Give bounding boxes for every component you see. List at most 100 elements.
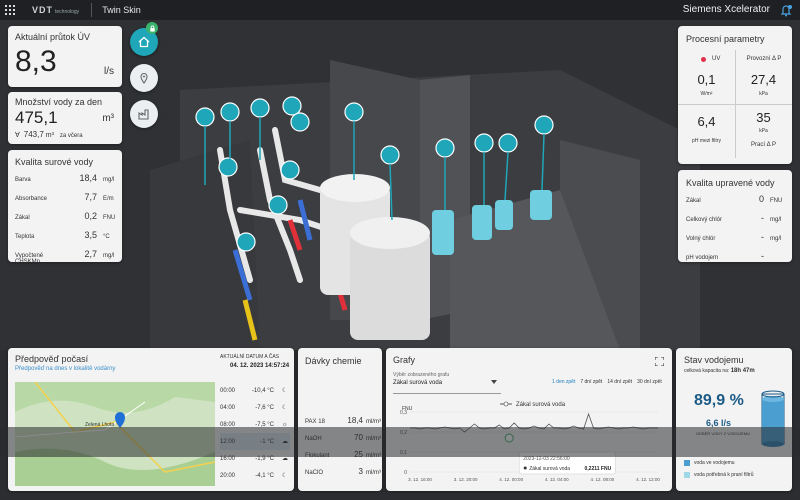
svg-text:Zelená Lhota: Zelená Lhota — [85, 422, 114, 428]
wash-unit: kPa — [759, 128, 768, 134]
forecast-row: 04:00 -7,6 °C ☾ — [220, 404, 288, 412]
graphs-card: Grafy Výběr zobrazeného grafu Zákal suro… — [386, 348, 672, 491]
dose-row: PAX 18 18,4 ml/m³ — [305, 416, 381, 425]
uv-unit: W/m² — [700, 91, 713, 97]
flow-card: Aktuální průtok ÚV 8,3 l/s — [8, 26, 122, 87]
dose-row: Flokulant 25 ml/m³ — [305, 450, 381, 459]
series-line — [410, 412, 658, 433]
x-tick-label: 4. 12. 08:00 — [591, 477, 615, 482]
treated-row: pH vodojem - — [686, 251, 764, 261]
location-button[interactable] — [130, 64, 158, 92]
graphs-title: Grafy — [393, 355, 416, 365]
filter-ph-label: pH mezi filtry — [692, 138, 721, 144]
forecast-row: 08:00 -7,5 °C ☼ — [220, 421, 288, 428]
daily-value: 475,1 — [15, 108, 58, 127]
lock-icon — [146, 22, 158, 34]
tooltip-dot — [523, 466, 527, 470]
x-tick-label: 4. 12. 00:00 — [499, 477, 523, 482]
daily-unit: m³ — [102, 113, 114, 124]
dosing-list: PAX 18 18,4 ml/m³ NaOH 70 ml/m³ Flokulant 25 m… — [305, 416, 381, 484]
notification-bell-icon[interactable] — [778, 2, 794, 18]
app-name: Twin Skin — [102, 5, 141, 15]
reservoir-percent: 89,9 % — [694, 392, 744, 409]
legend-wash: voda potřebná k praní filtrů — [684, 472, 753, 478]
platform-name: Siemens Xcelerator — [682, 4, 770, 15]
turbidity-chart[interactable]: Zákal surová vodaFNU0,30,20,103. 12. 16:… — [390, 398, 668, 488]
raw-row: Vypočtené CHSKMn 2,7 mg/l — [15, 249, 115, 265]
y-tick-label: 0 — [404, 470, 407, 476]
uv-status-dot — [701, 56, 706, 62]
moon-icon: ☾ — [282, 405, 288, 411]
process-card: Procesní parametry UV Provozní Δ P 0,1 W… — [678, 26, 792, 164]
reservoir-title: Stav vodojemu — [684, 355, 744, 365]
reservoir-tank-icon — [761, 390, 785, 447]
raw-row: Absorbance 7,7 E/m — [15, 192, 114, 202]
flow-title: Aktuální průtok ÚV — [15, 32, 91, 42]
filter-ph-value: 6,4 — [697, 114, 716, 129]
raw-row: Zákal 0,2 FNU — [15, 211, 116, 221]
dose-row: NaOH 70 ml/m³ — [305, 433, 381, 442]
flow-unit: l/s — [104, 66, 114, 77]
daily-title: Množství vody za den — [15, 97, 103, 107]
forecast-list: 00:00 -10,4 °C ☾ 04:00 -7,6 °C ☾ 08:00 -7,5 °… — [220, 382, 290, 484]
uv-value: 0,1 — [697, 72, 716, 87]
y-tick-label: 0,2 — [400, 430, 407, 436]
y-tick-label: 0,1 — [400, 450, 407, 456]
treated-row: Celkový chlór - mg/l — [686, 213, 782, 223]
app-grid-icon[interactable] — [0, 0, 20, 20]
home-icon — [138, 36, 150, 48]
tank-water — [762, 399, 784, 444]
date-value: 04. 12. 2023 14:57:24 — [230, 363, 290, 369]
factory-button[interactable] — [130, 100, 158, 128]
daily-previous: ∀ 743,7 m³ za včera — [15, 130, 83, 139]
hover-marker — [504, 433, 514, 443]
y-tick-label: 0,3 — [400, 410, 407, 416]
tab-14-days[interactable]: 14 dní zpět — [607, 379, 632, 385]
x-tick-label: 4. 12. 04:00 — [545, 477, 569, 482]
treated-row: Volný chlór - mg/l — [686, 232, 782, 242]
weather-card: Předpověď počasí Předpověď na dnes v lok… — [8, 348, 294, 491]
weather-title: Předpověď počasí — [15, 354, 89, 364]
tab-1-day[interactable]: 1 den zpět — [552, 379, 575, 385]
raw-water-card: Kvalita surové vody Barva 18,4 mg/l Absorb… — [8, 150, 122, 265]
chevron-down-icon — [491, 380, 497, 384]
dp-label: Provozní Δ P — [746, 56, 782, 62]
graph-range-tabs: 1 den zpět 7 dní zpět 14 dní zpět 30 dní… — [552, 379, 662, 385]
legend-swatch — [684, 472, 690, 478]
trend-down-icon: ∀ — [15, 132, 20, 139]
dosing-card: Dávky chemie PAX 18 18,4 ml/m³ NaOH 70 ml/m³… — [298, 348, 382, 491]
top-bar: VDT technology Twin Skin Siemens Xcelerat… — [0, 0, 800, 20]
divider — [91, 3, 93, 17]
wash-value: 35 — [756, 110, 771, 125]
dp-value: 27,4 — [750, 72, 777, 87]
moon-icon: ☾ — [282, 473, 288, 479]
tab-30-days[interactable]: 30 dní zpět — [637, 379, 662, 385]
dosing-title: Dávky chemie — [305, 356, 362, 366]
map-pin-icon — [140, 73, 148, 84]
legend-swatch — [684, 460, 690, 466]
wash-label: Prací Δ P — [750, 142, 777, 148]
flow-value: 8,3 — [15, 45, 57, 78]
raw-row: Teplota 3,5 °C — [15, 230, 110, 240]
cloud-icon: ☁ — [282, 456, 288, 462]
sun-icon: ☼ — [282, 421, 288, 428]
legend-label: Zákal surová voda — [516, 402, 566, 408]
tab-7-days[interactable]: 7 dní zpět — [580, 379, 602, 385]
vdt-logo: VDT technology — [32, 5, 80, 15]
fullscreen-icon[interactable] — [654, 353, 665, 367]
factory-icon — [138, 109, 149, 120]
raw-water-title: Kvalita surové vody — [15, 157, 94, 167]
process-title: Procesní parametry — [686, 34, 765, 44]
dp-unit: kPa — [759, 91, 768, 97]
moon-icon: ☾ — [282, 388, 288, 394]
tooltip-value: 0,2211 FNU — [585, 466, 612, 472]
uv-status: UV — [701, 56, 720, 62]
cloud-icon: ☁ — [282, 439, 288, 445]
graph-select[interactable]: Výběr zobrazeného grafu Zákal surová vod… — [393, 372, 501, 394]
raw-row: Barva 18,4 mg/l — [15, 173, 115, 183]
location-map[interactable]: Zelená Lhota — [15, 382, 215, 486]
treated-row: Zákal 0 FNU — [686, 194, 783, 204]
treated-title: Kvalita upravené vody — [686, 178, 775, 188]
weather-subtitle: Předpověď na dnes v lokalitě vodárny — [15, 366, 116, 372]
x-tick-label: 3. 12. 16:00 — [408, 477, 432, 482]
